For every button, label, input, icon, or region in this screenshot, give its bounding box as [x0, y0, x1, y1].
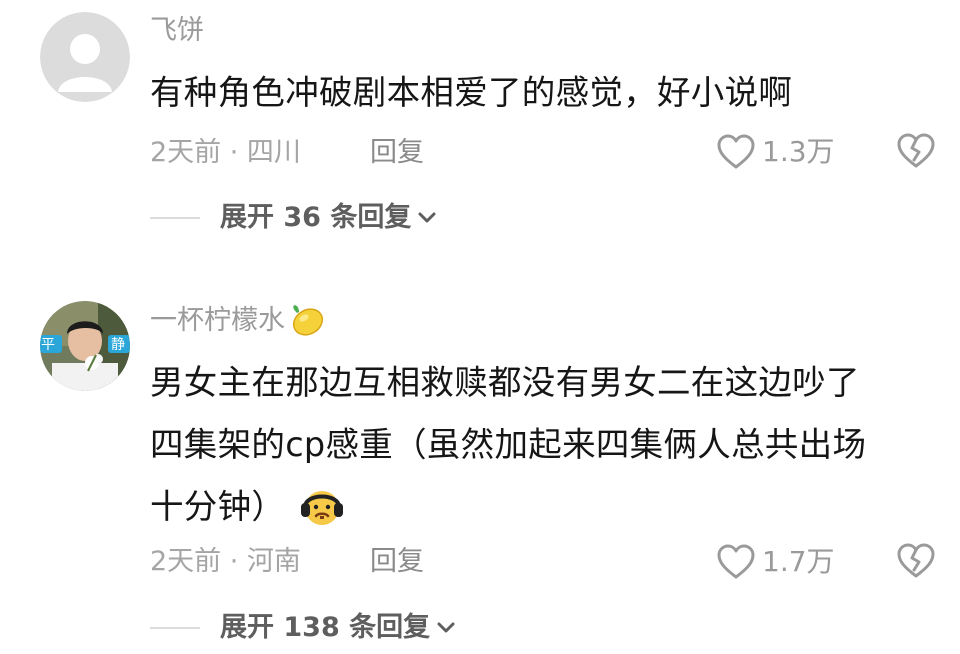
comment-text-line: 四集架的cp感重（虽然加起来四集俩人总共出场	[150, 425, 867, 464]
like-count: 1.7万	[762, 545, 835, 578]
expand-replies-label: 展开 138 条回复	[220, 612, 431, 643]
like-button[interactable]: 1.3万	[716, 132, 835, 172]
comment-meta: 2天前 · 四川	[150, 137, 301, 168]
expand-replies-button[interactable]: 展开 36 条回复	[150, 200, 437, 236]
broken-heart-icon	[897, 543, 935, 578]
comment-item: 飞饼 有种角色冲破剧本相爱了的感觉，好小说啊 2天前 · 四川 回复 1.3万 …	[0, 0, 960, 270]
reply-button[interactable]: 回复	[370, 136, 424, 170]
avatar[interactable]	[40, 12, 130, 102]
comment-text-line: 男女主在那边互相救赎都没有男女二在这边吵了	[150, 363, 860, 402]
avatar-sign-text: 静	[111, 337, 125, 353]
dislike-button[interactable]	[896, 542, 936, 584]
username[interactable]: 一杯柠檬水	[150, 304, 325, 339]
lemon-icon	[292, 304, 324, 336]
like-button[interactable]: 1.7万	[716, 542, 835, 582]
avatar[interactable]: 平 静	[40, 301, 130, 391]
chevron-down-icon	[437, 622, 455, 633]
comment-meta: 2天前 · 河南	[150, 546, 301, 577]
comment-text: 男女主在那边互相救赎都没有男女二在这边吵了 四集架的cp感重（虽然加起来四集俩人…	[150, 352, 930, 538]
divider	[150, 627, 200, 629]
like-count: 1.3万	[762, 135, 835, 168]
headphones-face-icon	[301, 490, 344, 525]
chevron-down-icon	[418, 212, 436, 223]
default-avatar-icon	[40, 12, 130, 102]
comment-text-line-last: 十分钟）	[150, 476, 930, 538]
username-text: 一杯柠檬水	[150, 305, 285, 336]
avatar-sign-text: 平	[41, 337, 55, 353]
expand-replies-button[interactable]: 展开 138 条回复	[150, 610, 456, 646]
comment-item: 平 静 一杯柠檬水 男女主在那边互相救赎都没有男女二在这边吵了 四集架的cp感重…	[0, 290, 960, 654]
broken-heart-icon	[897, 133, 935, 168]
username-text: 飞饼	[150, 15, 204, 46]
heart-icon	[717, 544, 755, 579]
comment-text-segment: 十分钟）	[150, 487, 286, 526]
expand-replies-label: 展开 36 条回复	[220, 202, 412, 233]
heart-icon	[717, 134, 755, 169]
user-photo-avatar: 平 静	[40, 301, 130, 391]
comment-text-line: 有种角色冲破剧本相爱了的感觉，好小说啊	[150, 73, 793, 112]
username[interactable]: 飞饼	[150, 14, 204, 48]
divider	[150, 217, 200, 219]
dislike-button[interactable]	[896, 132, 936, 174]
reply-button[interactable]: 回复	[370, 545, 424, 579]
comment-text: 有种角色冲破剧本相爱了的感觉，好小说啊	[150, 62, 930, 124]
